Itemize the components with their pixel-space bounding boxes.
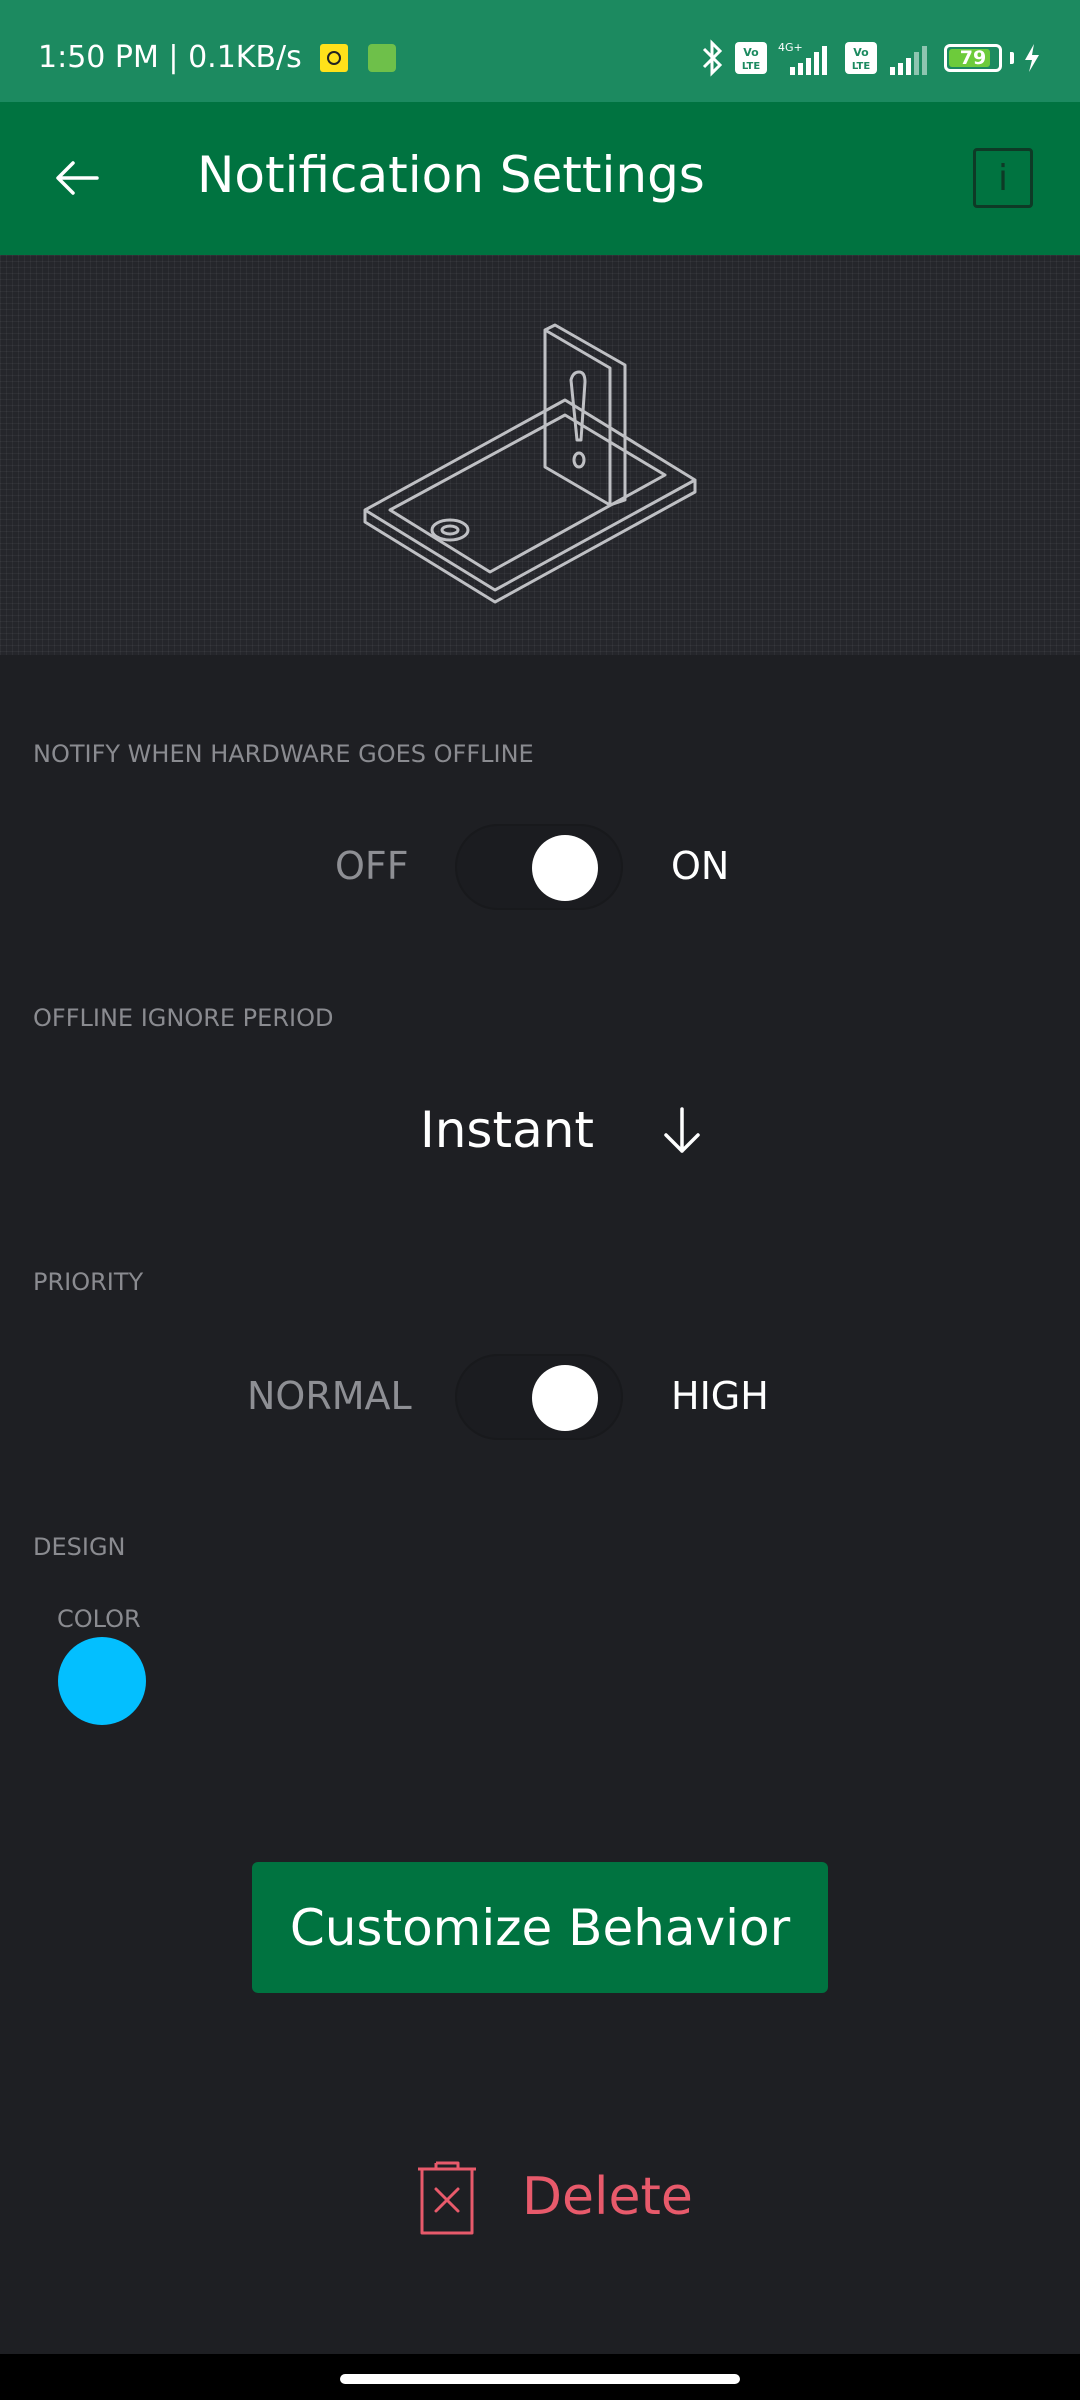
signal-4g-icon: 4G+	[778, 41, 827, 75]
back-button[interactable]	[42, 148, 112, 208]
toggle-off-label: OFF	[335, 844, 409, 888]
toggle-knob	[532, 835, 598, 901]
ignore-period-label: OFFLINE IGNORE PERIOD	[33, 1004, 334, 1032]
volte-icon: Vo LTE	[735, 42, 767, 74]
page-title: Notification Settings	[197, 146, 705, 204]
ignore-period-dropdown[interactable]: Instant	[420, 1095, 720, 1167]
color-label: COLOR	[57, 1605, 141, 1633]
svg-text:4G+: 4G+	[778, 41, 803, 54]
arrow-down-icon	[664, 1107, 700, 1153]
priority-high-label: HIGH	[671, 1374, 769, 1418]
volte-icon-2: Vo LTE	[845, 42, 877, 74]
delete-label: Delete	[522, 2167, 693, 2227]
arrow-left-icon	[56, 161, 99, 195]
svg-text:Vo: Vo	[743, 46, 759, 59]
status-speed: 0.1KB/s	[188, 40, 302, 75]
status-right: Vo LTE 4G+ Vo LTE 79	[700, 39, 1042, 77]
info-button[interactable]: i	[973, 148, 1033, 208]
delete-button[interactable]: Delete	[412, 2152, 702, 2242]
bluetooth-icon	[702, 39, 723, 77]
hero-illustration	[0, 255, 1080, 655]
customize-behavior-button[interactable]: Customize Behavior	[252, 1862, 828, 1993]
offline-notify-toggle[interactable]	[455, 824, 623, 910]
signal-icon	[890, 46, 927, 75]
battery-tip	[1010, 52, 1014, 64]
android-notification-icon	[367, 43, 396, 72]
status-left: 1:50 PM | 0.1KB/s	[38, 40, 396, 75]
toggle-on-label: ON	[671, 844, 730, 888]
status-bar: 1:50 PM | 0.1KB/s Vo LTE 4G+ Vo LTE 79	[0, 0, 1080, 102]
navigation-bar	[0, 2354, 1080, 2400]
offline-notify-row: OFF ON	[0, 822, 1080, 912]
trash-icon	[418, 2161, 476, 2235]
battery-level: 79	[959, 47, 987, 69]
svg-text:Vo: Vo	[853, 46, 869, 59]
priority-toggle[interactable]	[455, 1354, 623, 1440]
home-indicator[interactable]	[340, 2374, 740, 2384]
charging-icon	[1025, 44, 1039, 72]
status-separator: |	[158, 40, 189, 75]
offline-notify-label: NOTIFY WHEN HARDWARE GOES OFFLINE	[33, 740, 534, 768]
notification-app-icon	[319, 43, 348, 72]
app-bar: Notification Settings i	[0, 102, 1080, 255]
priority-normal-label: NORMAL	[247, 1374, 412, 1418]
color-picker-swatch[interactable]	[58, 1637, 146, 1725]
design-label: DESIGN	[33, 1533, 126, 1561]
phone-alert-illustration	[363, 323, 697, 604]
battery-icon: 79	[944, 44, 1002, 72]
status-time: 1:50 PM	[38, 40, 159, 75]
svg-text:LTE: LTE	[852, 61, 871, 72]
svg-text:LTE: LTE	[742, 61, 761, 72]
priority-label: PRIORITY	[33, 1268, 144, 1296]
ignore-period-value: Instant	[420, 1101, 595, 1159]
priority-row: NORMAL HIGH	[0, 1352, 1080, 1442]
toggle-knob	[532, 1365, 598, 1431]
